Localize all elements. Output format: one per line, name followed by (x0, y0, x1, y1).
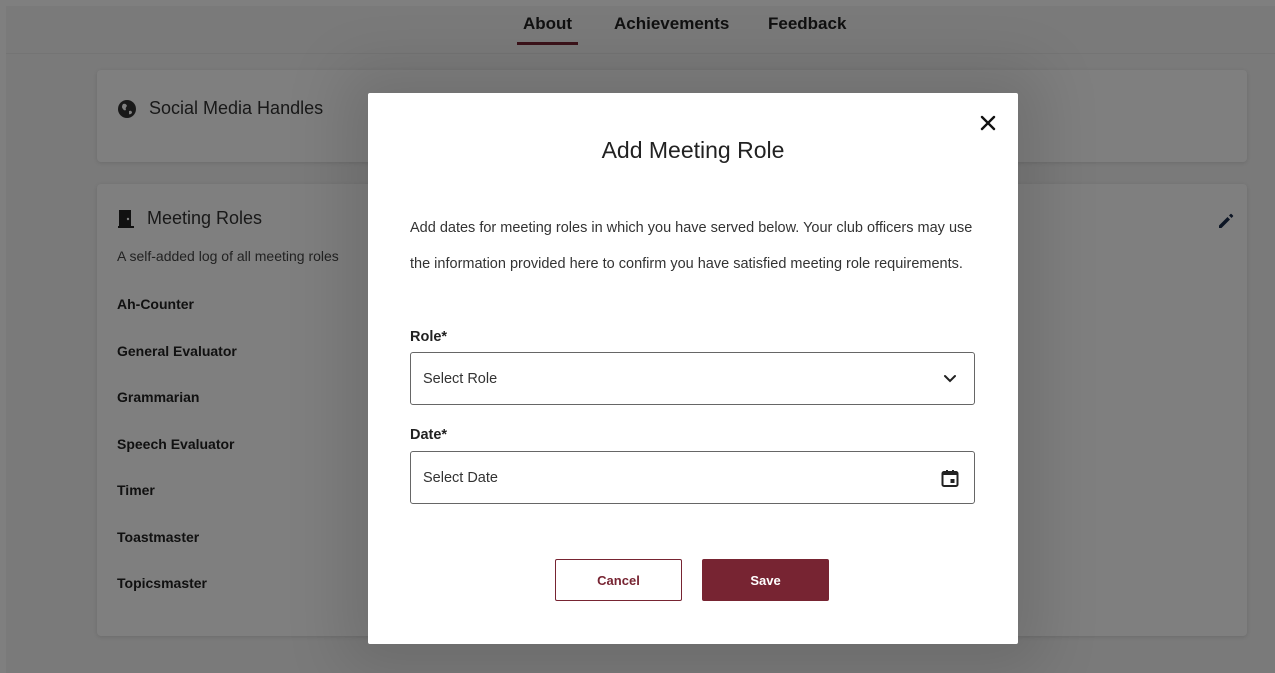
date-picker-field[interactable]: Select Date (410, 451, 975, 504)
role-select-value: Select Role (423, 370, 498, 387)
close-button[interactable] (977, 112, 999, 134)
add-meeting-role-dialog: Add Meeting Role Add dates for meeting r… (368, 93, 1018, 644)
date-label: Date* (410, 427, 448, 443)
date-field-value: Select Date (423, 469, 498, 486)
close-icon (980, 115, 996, 131)
chevron-down-icon (938, 367, 962, 391)
role-label: Role* (410, 329, 448, 345)
role-select[interactable]: Select Role (410, 352, 975, 405)
calendar-icon[interactable] (938, 466, 962, 490)
dialog-title: Add Meeting Role (601, 137, 785, 163)
dialog-description: Add dates for meeting roles in which you… (410, 220, 973, 272)
cancel-button[interactable]: Cancel (555, 559, 682, 601)
save-button[interactable]: Save (702, 559, 829, 601)
